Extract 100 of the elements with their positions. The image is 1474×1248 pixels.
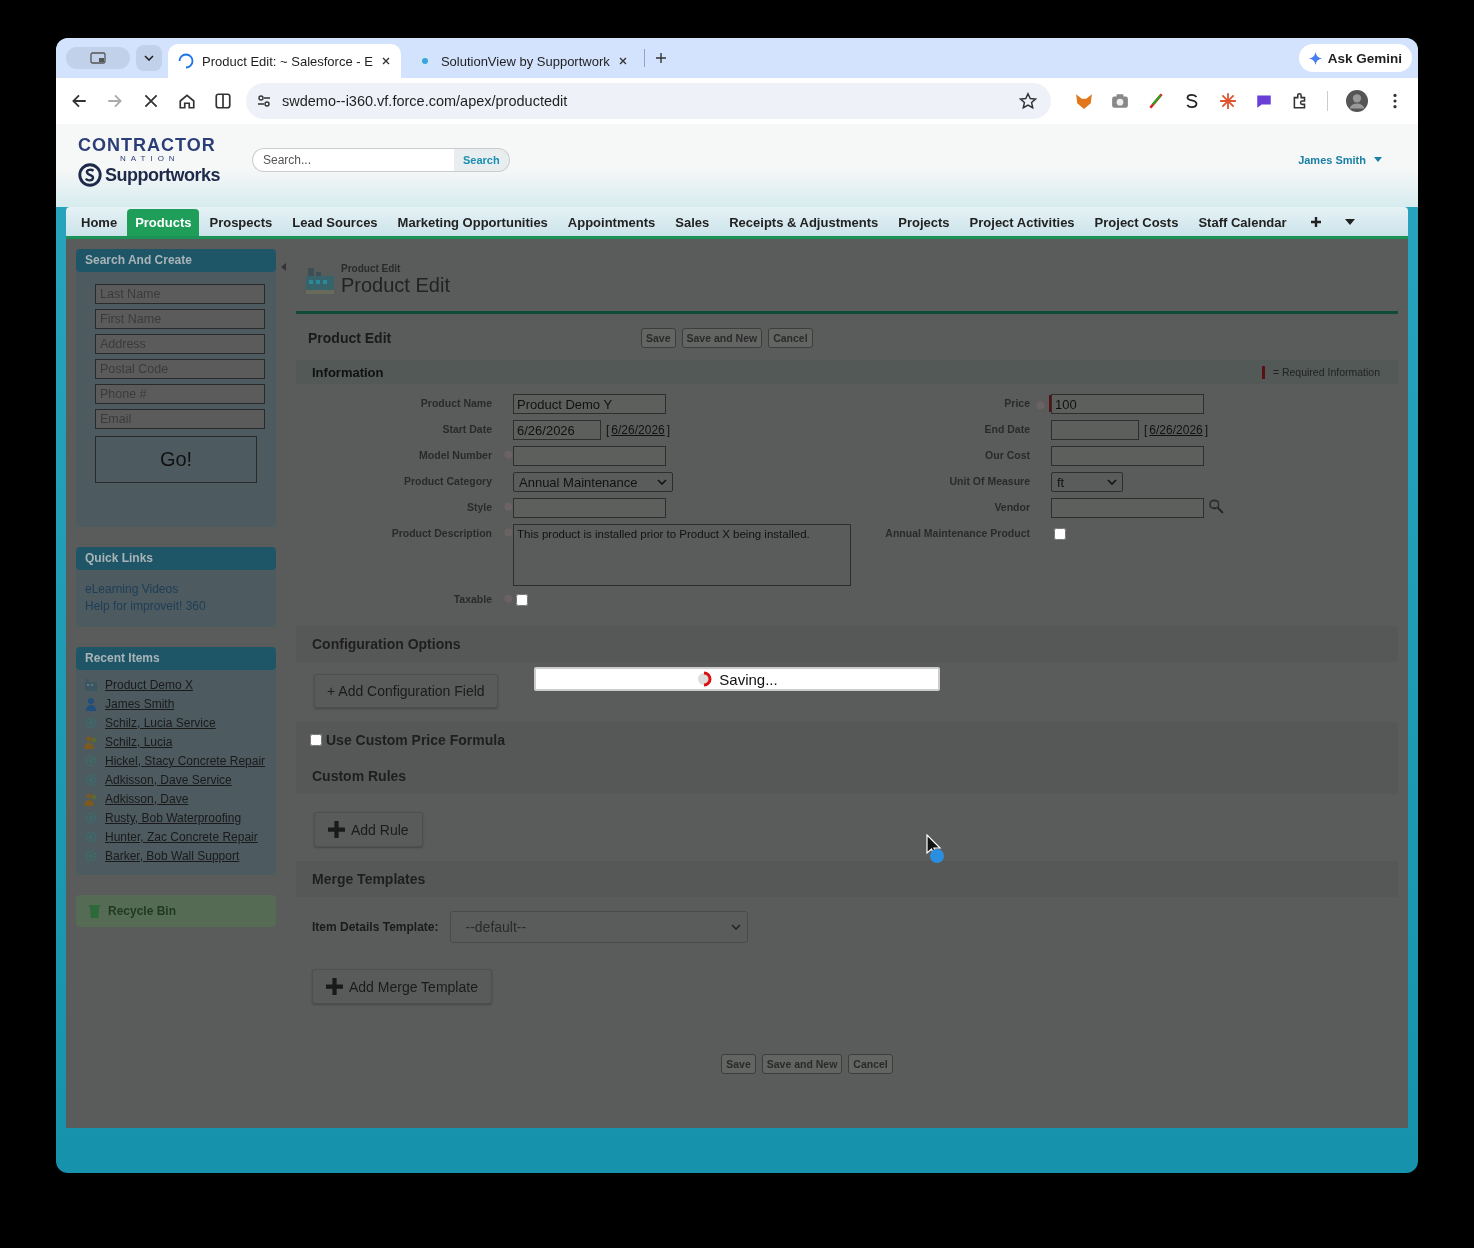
checkbox[interactable] xyxy=(1054,528,1066,540)
close-icon[interactable] xyxy=(617,56,628,66)
new-tab-icon[interactable] xyxy=(654,52,667,64)
user-menu[interactable]: James Smith xyxy=(1298,153,1382,166)
description-textarea[interactable]: This product is installed prior to Product X being installed. xyxy=(513,524,851,586)
panel-header: Recent Items xyxy=(76,647,276,670)
loading-spinner-icon xyxy=(696,671,713,687)
date-field[interactable]: 6/26/2026 xyxy=(513,420,601,440)
company-logo[interactable]: CONTRACTOR NATION Supportworks xyxy=(78,136,220,187)
nav-tab[interactable]: Products xyxy=(127,209,200,236)
text-field[interactable] xyxy=(513,498,666,518)
nav-tab[interactable]: Sales xyxy=(665,209,720,236)
nav-tab[interactable]: Marketing Opportunities xyxy=(387,209,558,236)
tab-title: SolutionView by Supportwork xyxy=(440,53,610,69)
browser-tab[interactable]: Product Edit: ~ Salesforce - E xyxy=(168,44,401,78)
checkbox[interactable] xyxy=(516,594,528,606)
tab-list-button[interactable] xyxy=(136,45,162,71)
home-icon[interactable] xyxy=(178,92,196,110)
text-field[interactable]: 100 xyxy=(1051,394,1204,414)
browser-tab[interactable]: SolutionView by Supportwork xyxy=(406,44,638,78)
chat-extension-icon[interactable] xyxy=(1255,92,1273,110)
form-button[interactable]: Save xyxy=(721,1054,756,1074)
recent-item-link[interactable]: Rusty, Bob Waterproofing xyxy=(105,811,242,825)
nav-tab[interactable]: Home xyxy=(71,209,128,236)
panel-header: Quick Links xyxy=(76,547,276,570)
recent-item-link[interactable]: Adkisson, Dave xyxy=(105,792,189,806)
trash-icon xyxy=(88,903,101,919)
add-rule-button[interactable]: Add Rule xyxy=(314,812,423,847)
text-field[interactable] xyxy=(513,446,666,466)
section-header: Merge Templates xyxy=(312,871,426,887)
nav-tab[interactable]: Receipts & Adjustments xyxy=(719,209,889,236)
tab-search-button[interactable] xyxy=(66,47,130,69)
go-button[interactable]: Go! xyxy=(95,436,257,483)
nav-tab[interactable]: Project Activities xyxy=(959,209,1085,236)
building-icon xyxy=(84,678,98,692)
required-marker xyxy=(1261,365,1265,379)
nav-tab[interactable]: Projects xyxy=(888,209,960,236)
form-button[interactable]: Cancel xyxy=(848,1054,893,1074)
nav-tab[interactable]: Appointments xyxy=(557,209,666,236)
section-header: Custom Rules xyxy=(312,768,407,784)
split-view-icon[interactable] xyxy=(214,92,232,110)
bracket-text: ] xyxy=(1204,422,1209,437)
nav-tab[interactable]: Staff Calendar xyxy=(1188,209,1297,236)
recent-item-link[interactable]: Hickel, Stacy Concrete Repair xyxy=(105,754,266,768)
recent-item-link[interactable]: Product Demo X xyxy=(105,678,194,692)
nav-tab[interactable]: Project Costs xyxy=(1084,209,1189,236)
recent-item-link[interactable]: James Smith xyxy=(105,697,175,711)
person-icon xyxy=(84,697,98,711)
caret-icon[interactable] xyxy=(1344,217,1355,227)
select-field[interactable]: ft xyxy=(1051,472,1123,492)
plus-icon xyxy=(326,978,343,995)
recent-item-link[interactable]: Schilz, Lucia xyxy=(105,735,173,749)
add-configuration-button[interactable]: + Add Configuration Field xyxy=(314,674,498,708)
field-label: Item Details Template: xyxy=(312,920,439,934)
recent-item-link[interactable]: Hunter, Zac Concrete Repair xyxy=(105,830,258,844)
text-field[interactable] xyxy=(1051,446,1204,466)
star-icon[interactable] xyxy=(1019,92,1037,110)
url-text: swdemo--i360.vf.force.com/apex/productedit xyxy=(282,93,568,109)
nav-tab[interactable]: Lead Sources xyxy=(282,209,388,236)
form-button[interactable]: Cancel xyxy=(768,328,813,348)
chevron-icon xyxy=(731,924,742,930)
bracket-text: [ xyxy=(1144,422,1148,437)
chevron-icon xyxy=(657,479,667,485)
add-merge-template-button[interactable]: Add Merge Template xyxy=(312,969,492,1004)
form-button[interactable]: Save xyxy=(641,328,676,348)
loading-spinner-icon xyxy=(178,53,194,69)
recent-item-link[interactable]: Adkisson, Dave Service xyxy=(105,773,232,787)
close-icon[interactable] xyxy=(380,56,391,66)
checkbox[interactable] xyxy=(310,734,322,746)
ask-gemini-button[interactable]: Ask Gemini xyxy=(1298,44,1412,72)
fox-extension-icon[interactable] xyxy=(1075,92,1093,110)
plus-icon[interactable] xyxy=(1310,217,1321,227)
page-title: Product Edit xyxy=(341,274,450,297)
back-icon[interactable] xyxy=(70,92,88,110)
profile-avatar[interactable] xyxy=(1346,90,1368,112)
tab-title: Product Edit: ~ Salesforce - E xyxy=(202,53,373,69)
form-button[interactable]: Save and New xyxy=(761,1054,843,1074)
feather-extension-icon[interactable] xyxy=(1147,92,1165,110)
lookup-field[interactable] xyxy=(1051,498,1204,518)
select-field[interactable]: Annual Maintenance xyxy=(513,472,673,492)
text-field[interactable]: Product Demo Y xyxy=(513,394,666,414)
recent-item-link[interactable]: Barker, Bob Wall Support xyxy=(105,849,240,863)
date-link[interactable]: 6/26/2026 xyxy=(1149,420,1203,437)
saving-text: Saving... xyxy=(719,670,778,688)
plus-icon xyxy=(328,821,345,838)
starburst-extension-icon[interactable] xyxy=(1219,92,1237,110)
sparkle-icon xyxy=(1308,51,1322,65)
site-settings-icon[interactable] xyxy=(256,93,272,109)
chevron-icon xyxy=(1107,479,1117,485)
recent-item-link[interactable]: Schilz, Lucia Service xyxy=(105,716,216,730)
camera-icon[interactable] xyxy=(1111,92,1129,110)
form-button[interactable]: Save and New xyxy=(681,328,763,348)
nav-tab[interactable]: Prospects xyxy=(199,209,283,236)
bracket-text: [ xyxy=(606,422,610,437)
checkbox-label: Use Custom Price Formula xyxy=(326,732,505,748)
address-bar[interactable]: swdemo--i360.vf.force.com/apex/productedit xyxy=(246,83,1051,119)
date-field[interactable] xyxy=(1051,420,1139,440)
stop-icon[interactable] xyxy=(142,92,160,110)
date-link[interactable]: 6/26/2026 xyxy=(611,420,665,437)
section-header: Configuration Options xyxy=(312,636,461,652)
